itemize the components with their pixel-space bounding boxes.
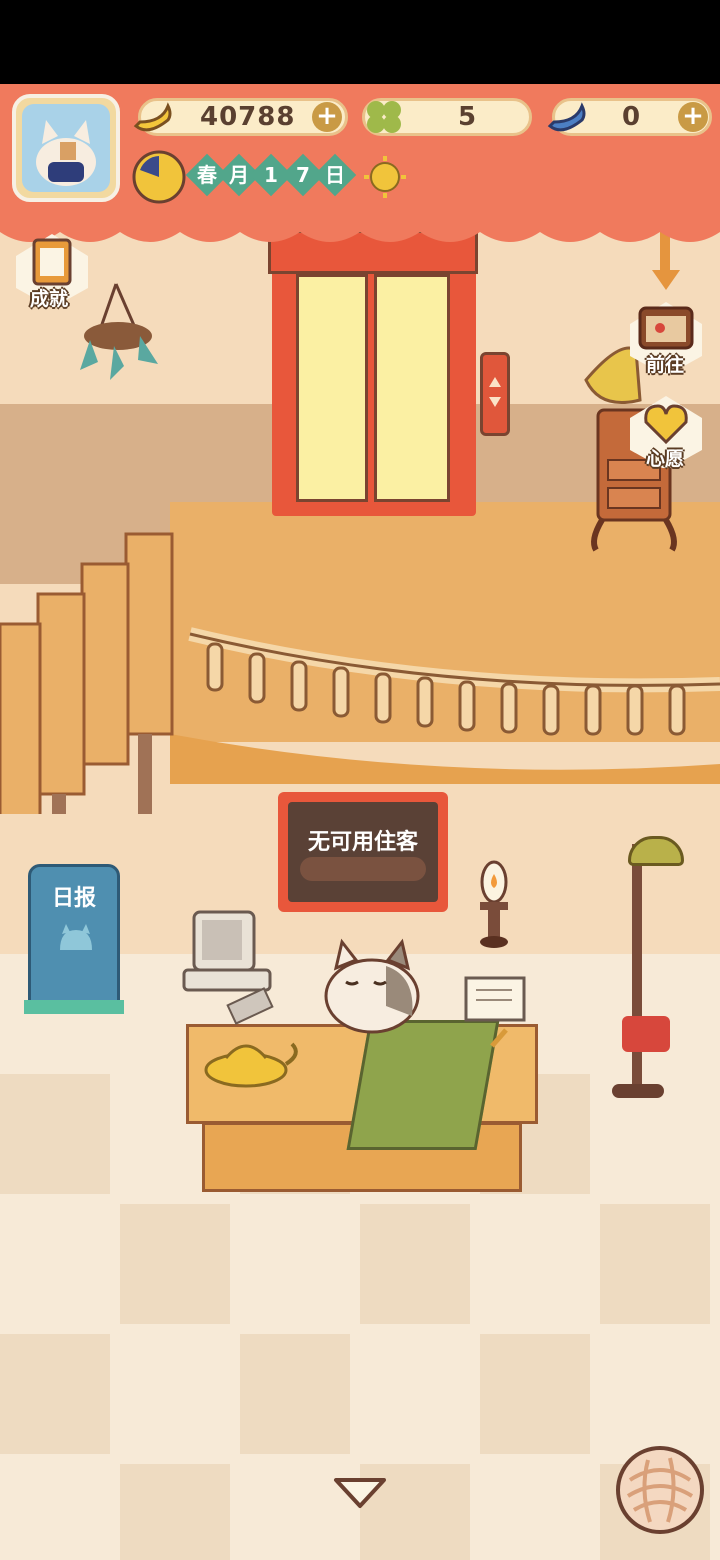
sign-text: 无可用住客 [307, 830, 418, 855]
add-banana-button[interactable]: + [312, 102, 342, 132]
chevron-down-icon[interactable] [330, 1474, 390, 1514]
sign-progress-bar [300, 857, 426, 881]
coat-rack [632, 844, 642, 1094]
date-day: 日 [325, 163, 345, 187]
wish-label: 心愿 [646, 448, 685, 470]
achievements-label: 成就 [30, 288, 69, 310]
elevator-door-left [296, 274, 368, 502]
status-bar [0, 0, 720, 84]
staircase [0, 532, 174, 814]
receptionist-cat[interactable] [316, 936, 436, 1036]
magic-lamp [204, 1042, 298, 1088]
header-scallop [0, 212, 720, 242]
daily-news-label: 日报 [51, 886, 96, 911]
computer [182, 910, 274, 1025]
balcony-railing [170, 627, 720, 784]
oil-lamp [480, 860, 508, 948]
guest-ledger [464, 976, 526, 1048]
coat-rack-base [612, 1084, 664, 1098]
clover-icon [367, 101, 401, 133]
add-blue-banana-button[interactable]: + [678, 102, 708, 132]
cat-face-icon [60, 924, 92, 950]
banana-icon [133, 102, 172, 132]
elevator-door-right [374, 274, 450, 502]
news-box-base [24, 1000, 124, 1014]
goto-label: 前往 [646, 354, 685, 376]
clock-icon[interactable] [130, 148, 188, 206]
cat-portrait-icon [36, 120, 96, 186]
red-bag [622, 1016, 670, 1052]
elevator-call-button[interactable] [480, 352, 510, 436]
yarn-ball-button[interactable] [616, 1446, 704, 1534]
blue-banana-value: 0 [622, 102, 642, 132]
banana-value: 40788 [200, 102, 296, 132]
game-scene: 无可用住客 日报 40788 + 5 0 + 春 月 1 7 日 成就 前往 心… [0, 84, 720, 1560]
avatar-portrait [22, 104, 110, 192]
yarn-ball-icon [626, 1457, 694, 1523]
blue-banana-icon [547, 102, 586, 132]
clover-value: 5 [458, 102, 478, 132]
sun-weather-icon [364, 156, 406, 198]
